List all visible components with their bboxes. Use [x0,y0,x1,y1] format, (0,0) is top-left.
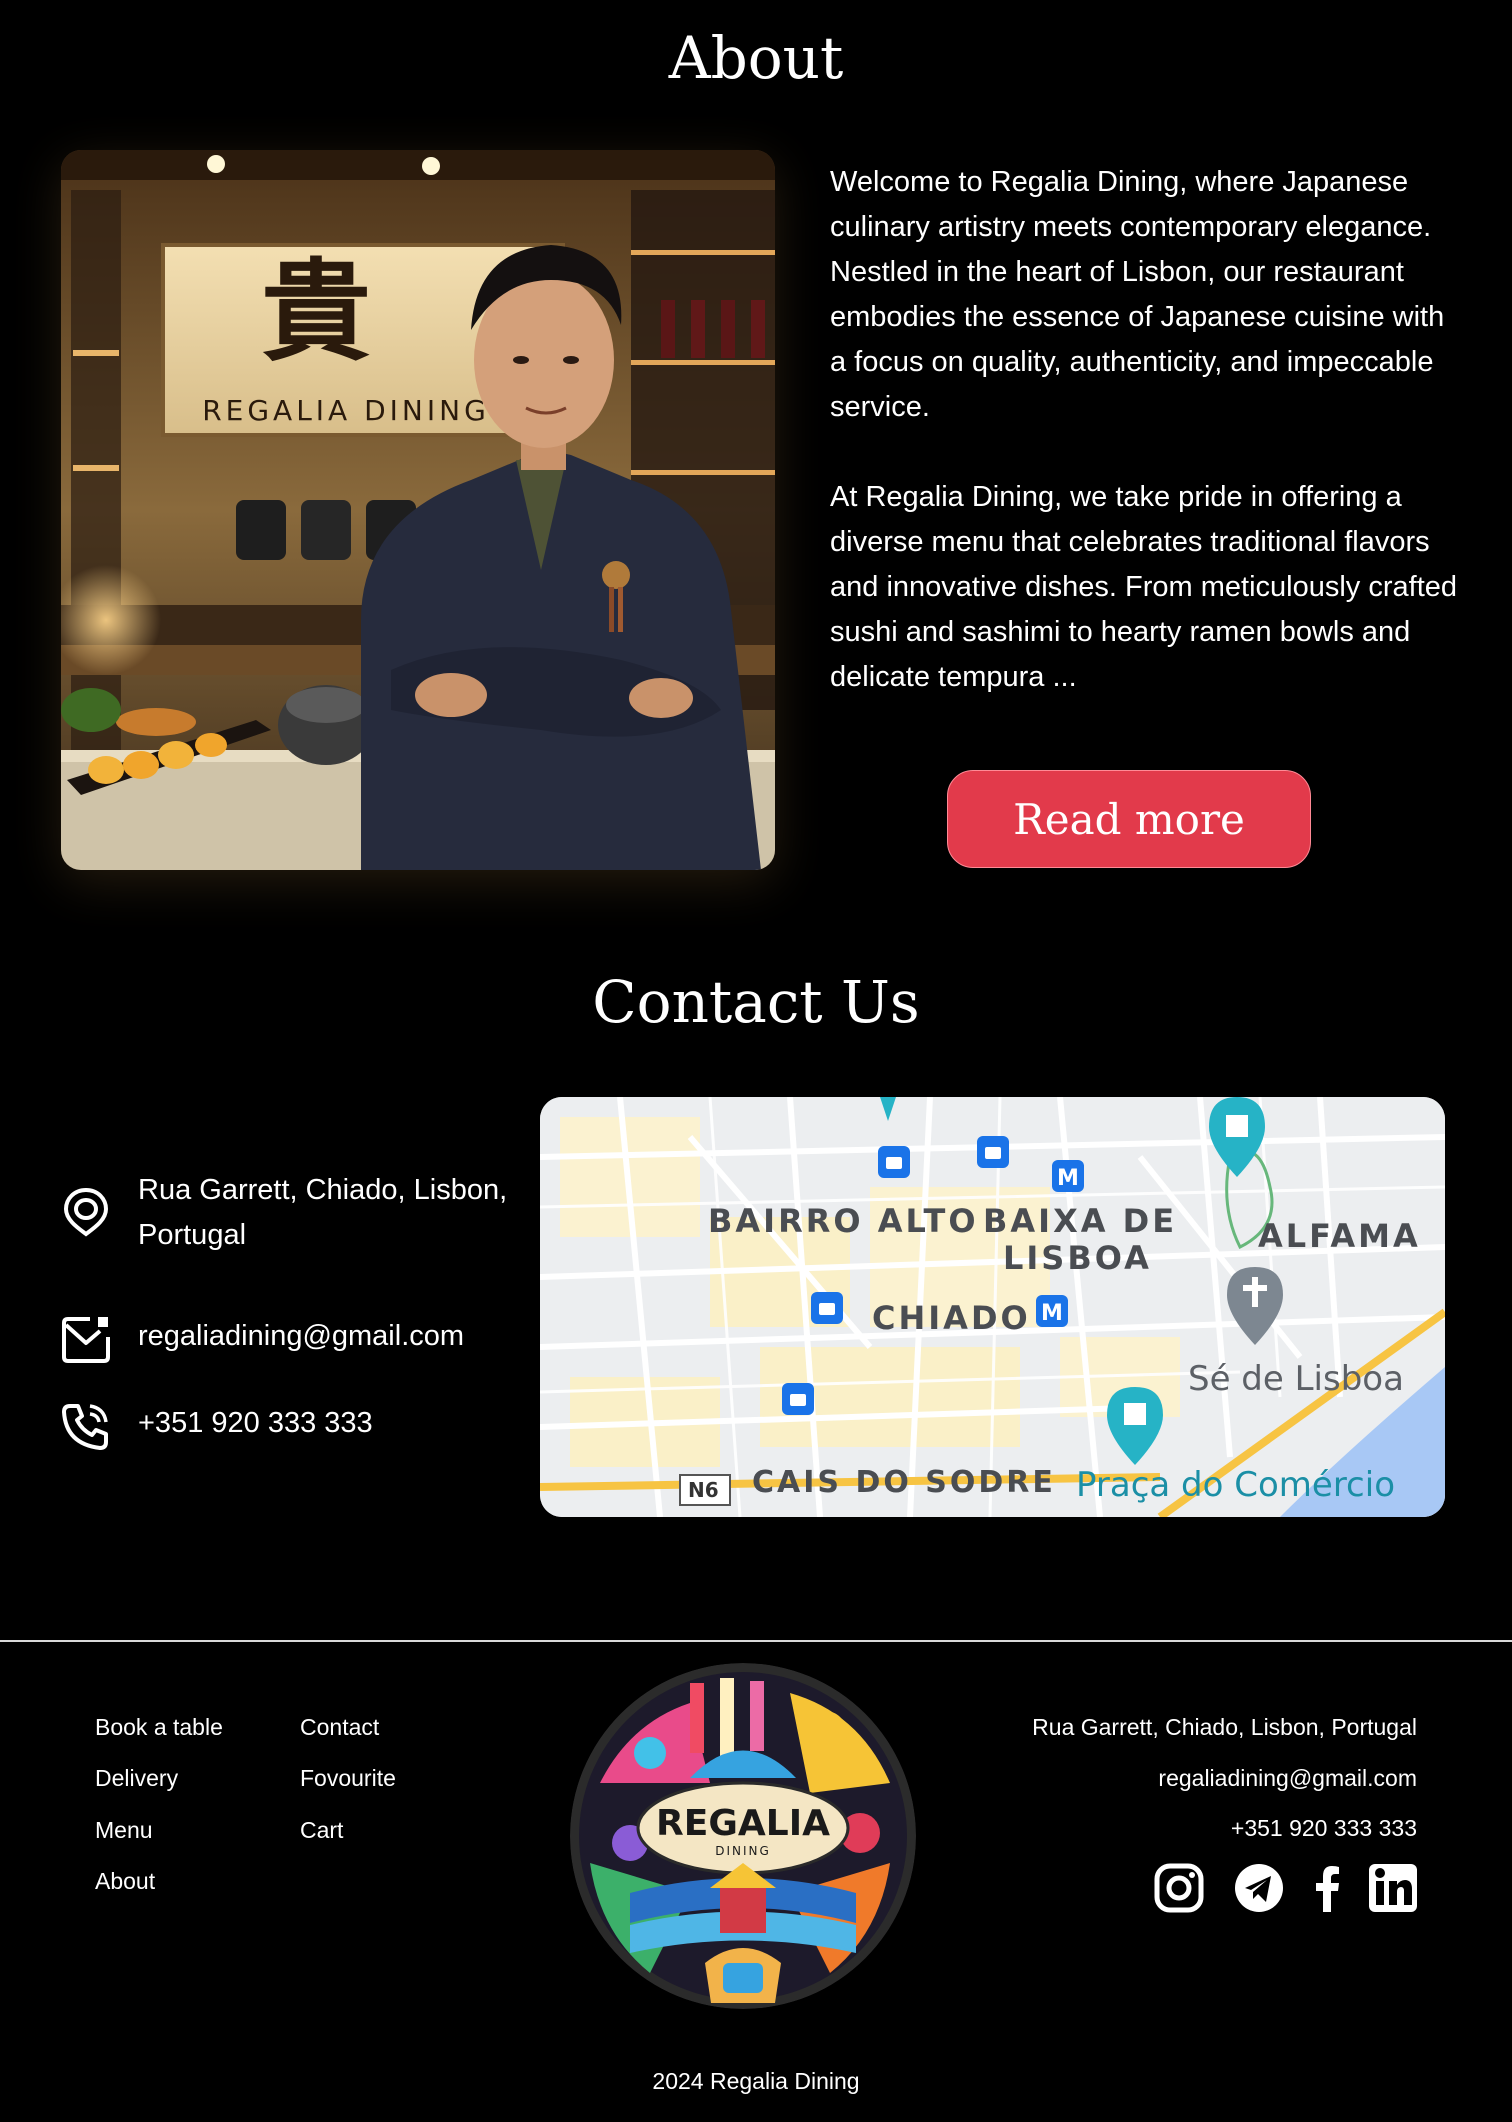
map-label-se-de-lisboa: Sé de Lisboa [1188,1359,1404,1399]
map-road-shield: N6 [688,1478,719,1502]
footer-phone[interactable]: +351 920 333 333 [1231,1815,1417,1842]
footer-email[interactable]: regaliadining@gmail.com [1158,1765,1417,1792]
logo-subtext: DINING [715,1844,771,1858]
svg-text:M: M [1041,1301,1063,1326]
footer-divider [0,1640,1512,1642]
svg-text:貴: 貴 [261,247,371,376]
contact-address-row: Rua Garrett, Chiado, Lisbon, Portugal [60,1168,548,1258]
footer-link-delivery[interactable]: Delivery [95,1765,178,1792]
svg-text:REGALIA DINING: REGALIA DINING [202,394,490,427]
facebook-icon[interactable] [1301,1862,1353,1914]
linkedin-icon[interactable] [1367,1862,1419,1914]
map-label-bairro-alto: BAIRRO ALTO [708,1202,979,1240]
map-label-praca-do-comercio: Praça do Comércio [1076,1465,1395,1505]
map-label-lisboa: LISBOA [1003,1239,1152,1277]
about-paragraph-2: At Regalia Dining, we take pride in offe… [830,481,1458,693]
map-label-alfama: ALFAMA [1258,1217,1421,1255]
copyright: 2024 Regalia Dining [652,2068,860,2094]
svg-text:M: M [1057,1166,1079,1191]
footer-address: Rua Garrett, Chiado, Lisbon, Portugal [1032,1714,1417,1740]
page: About 貴 REGALIA DINING Welcome to Regali… [0,0,1512,2122]
logo-text: REGALIA [656,1803,830,1844]
about-title: About [668,24,844,92]
mail-icon [62,1317,110,1363]
instagram-icon[interactable] [1153,1862,1205,1914]
footer-link-cart[interactable]: Cart [300,1817,343,1844]
read-more-button[interactable]: Read more [947,770,1311,868]
footer-link-book-a-table[interactable]: Book a table [95,1714,223,1741]
footer-link-about[interactable]: About [95,1868,155,1895]
contact-title: Contact Us [592,968,920,1036]
footer-link-favourite[interactable]: Fovourite [300,1765,396,1792]
location-pin-icon [63,1187,109,1237]
about-text: Welcome to Regalia Dining, where Japanes… [830,160,1460,745]
map-label-baixa: BAIXA DE [983,1202,1178,1240]
phone-icon [62,1404,108,1450]
contact-phone[interactable]: +351 920 333 333 [138,1400,548,1446]
map-label-chiado: CHIADO [872,1299,1031,1337]
about-photo: 貴 REGALIA DINING [61,150,775,870]
telegram-icon[interactable] [1233,1862,1285,1914]
regalia-logo[interactable]: REGALIA DINING [570,1663,916,2009]
location-map[interactable]: M M BAIRRO ALTO BAIXA DE LISBOA ALFAMA C… [540,1097,1445,1517]
contact-phone-row[interactable]: +351 920 333 333 [60,1400,548,1452]
contact-email[interactable]: regaliadining@gmail.com [138,1313,548,1359]
about-paragraph-1: Welcome to Regalia Dining, where Japanes… [830,166,1445,423]
footer-link-menu[interactable]: Menu [95,1817,153,1844]
contact-email-row[interactable]: regaliadining@gmail.com [60,1313,548,1365]
footer-link-contact[interactable]: Contact [300,1714,379,1741]
contact-address: Rua Garrett, Chiado, Lisbon, Portugal [138,1174,508,1251]
map-label-cais-do-sodre: CAIS DO SODRE [752,1465,1056,1500]
